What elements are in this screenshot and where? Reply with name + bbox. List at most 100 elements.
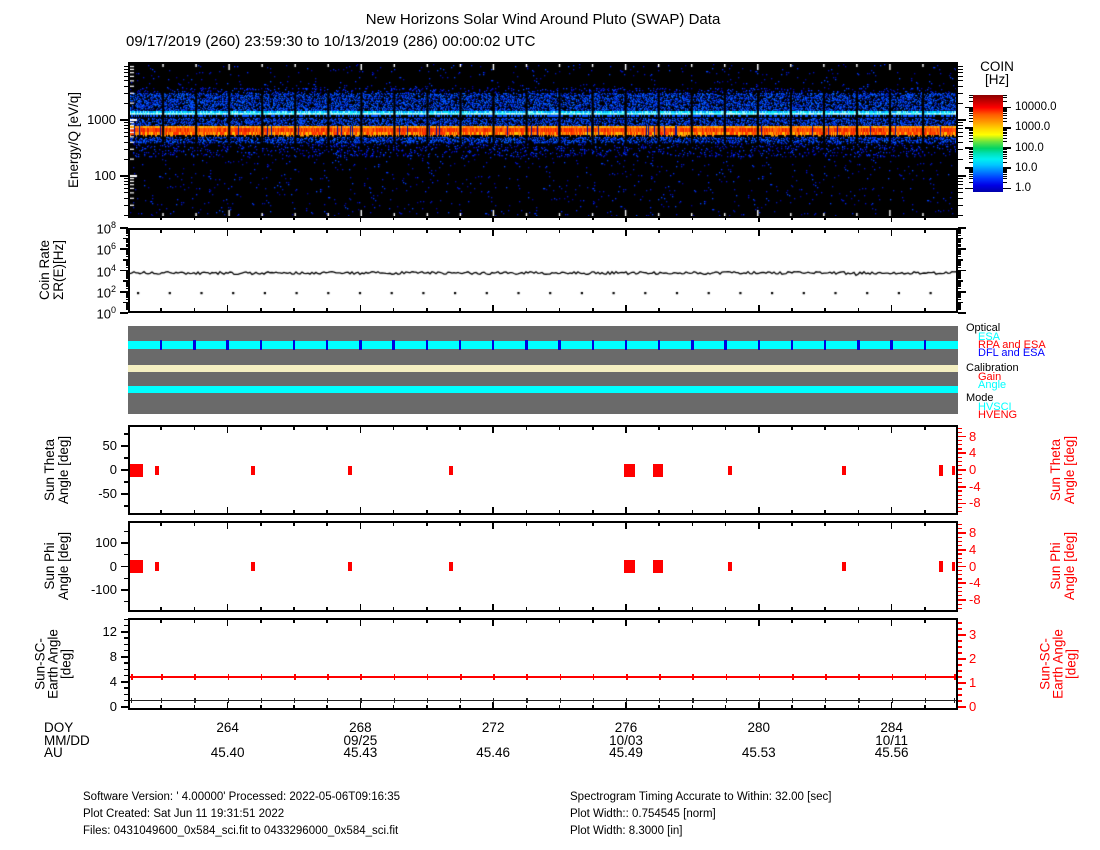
theta-x-tick [160,510,162,513]
sce-red-marker [460,674,462,680]
sun-phi-mark [250,562,255,571]
theta-x-tick [525,510,528,513]
phi-x-tick [459,523,461,526]
status-esa-gap-mark [823,340,827,350]
colorbar-minor-tick [969,97,973,99]
theta-x-tick [758,507,760,513]
x-tick-au: 45.49 [609,745,643,760]
colorbar-major-tick [1003,187,1011,190]
phi-x-tick [260,607,262,610]
spec-left-minor-tick [123,72,128,74]
phi-x-tick [392,523,395,526]
colorbar-minor-tick [1003,117,1007,119]
theta-x-tick [691,427,694,430]
theta-x-tick [193,427,196,430]
phi-right-tick-label: 4 [969,541,977,557]
sce-left-major-tick [121,630,128,633]
colorbar-minor-tick [1003,149,1007,151]
coin-R-minor-tick [958,277,961,279]
colorbar-minor-tick [969,113,973,115]
sun-phi-mark [623,560,635,573]
sce-x-tick [824,620,826,623]
theta-x-tick [392,427,395,430]
coin-rate-panel [128,228,958,313]
sce-black-marker [460,697,462,703]
x-tick-doy: 264 [216,720,239,735]
phi-left-minor-tick [124,554,128,556]
sun-phi-mark [652,560,663,573]
sce-black-marker [559,697,561,703]
sce-black-marker [592,697,595,703]
calibration-stripe [128,365,958,372]
sce-right-major-tick [958,706,966,708]
sce-black-marker [659,697,661,703]
phi-x-tick [658,523,660,526]
sce-right-minor-tick [958,670,962,672]
spec-x-tick-out [426,218,428,220]
spec-right-minor-tick [958,136,963,138]
coin-L-minor-tick [125,287,128,290]
sce-black-marker [891,697,893,703]
colorbar-minor-tick [1003,97,1007,99]
coin-R-minor-tick [958,263,961,265]
coin-R-minor-tick [958,266,961,268]
phi-left-minor-tick [124,577,128,579]
spec-left-minor-tick [123,102,128,104]
optical-esa-stripe [128,341,958,349]
theta-x-tick [924,427,926,430]
colorbar-minor-tick [969,141,973,143]
theta-right-minor-tick [958,511,962,513]
sun-phi-mark [154,562,159,571]
sce-x-tick [758,620,760,626]
coin-L-minor-tick [125,309,128,311]
colorbar-minor-tick [969,129,973,131]
theta-x-tick [824,510,826,513]
sce-x-tick [525,705,528,708]
sce-right-minor-tick [958,676,962,678]
footer-files: Files: 0431049600_0x584_sci.fit to 04332… [83,825,399,837]
phi-x-tick [691,523,694,526]
spec-right-minor-tick [958,177,963,180]
status-esa-gap-mark [425,340,429,350]
spec-left-minor-tick [123,75,128,77]
spec-right-minor-tick [958,197,963,199]
colorbar-minor-tick [969,153,973,155]
coin-R-minor-tick [958,242,961,244]
phi-x-tick [758,523,760,529]
coin-L-minor-tick [125,266,128,268]
theta-right-minor-tick [958,440,962,442]
sun-phi-right-label: Sun Phi Angle [deg] [1048,532,1077,600]
colorbar-minor-tick [1003,129,1007,131]
colorbar-minor-tick [1003,153,1007,155]
status-esa-gap-mark [259,340,263,350]
theta-x-tick [492,427,494,433]
theta-right-minor-tick [958,481,962,484]
phi-x-tick [625,604,627,610]
status-esa-gap-mark [392,340,395,350]
sce-right-major-tick [958,682,966,684]
sce-red-marker [891,674,894,680]
sun-theta-mark [939,464,944,476]
sce-x-tick [392,705,395,708]
colorbar-minor-tick [1003,141,1007,143]
phi-x-tick [924,607,926,610]
sce-red-marker [194,674,196,680]
sce-x-tick [426,620,428,623]
status-esa-gap-mark [359,340,362,350]
sce-x-tick [426,705,428,708]
sce-black-marker [360,697,362,703]
phi-x-tick [293,523,295,526]
sce-red-marker [692,674,694,680]
phi-x-tick [724,607,727,610]
phi-right-minor-tick [958,528,962,530]
sce-black-marker [327,697,329,703]
spec-x-tick-out [658,218,660,220]
theta-x-tick [459,510,461,513]
phi-x-tick [592,523,594,526]
coin-x-tick [492,230,494,236]
coin-x-tick [924,230,926,233]
coin-R-minor-tick [958,307,961,309]
sun-theta-right-label-line2: Angle [deg] [1062,435,1077,505]
sce-left-major-tick [121,706,128,708]
coin-x-tick [857,230,860,233]
